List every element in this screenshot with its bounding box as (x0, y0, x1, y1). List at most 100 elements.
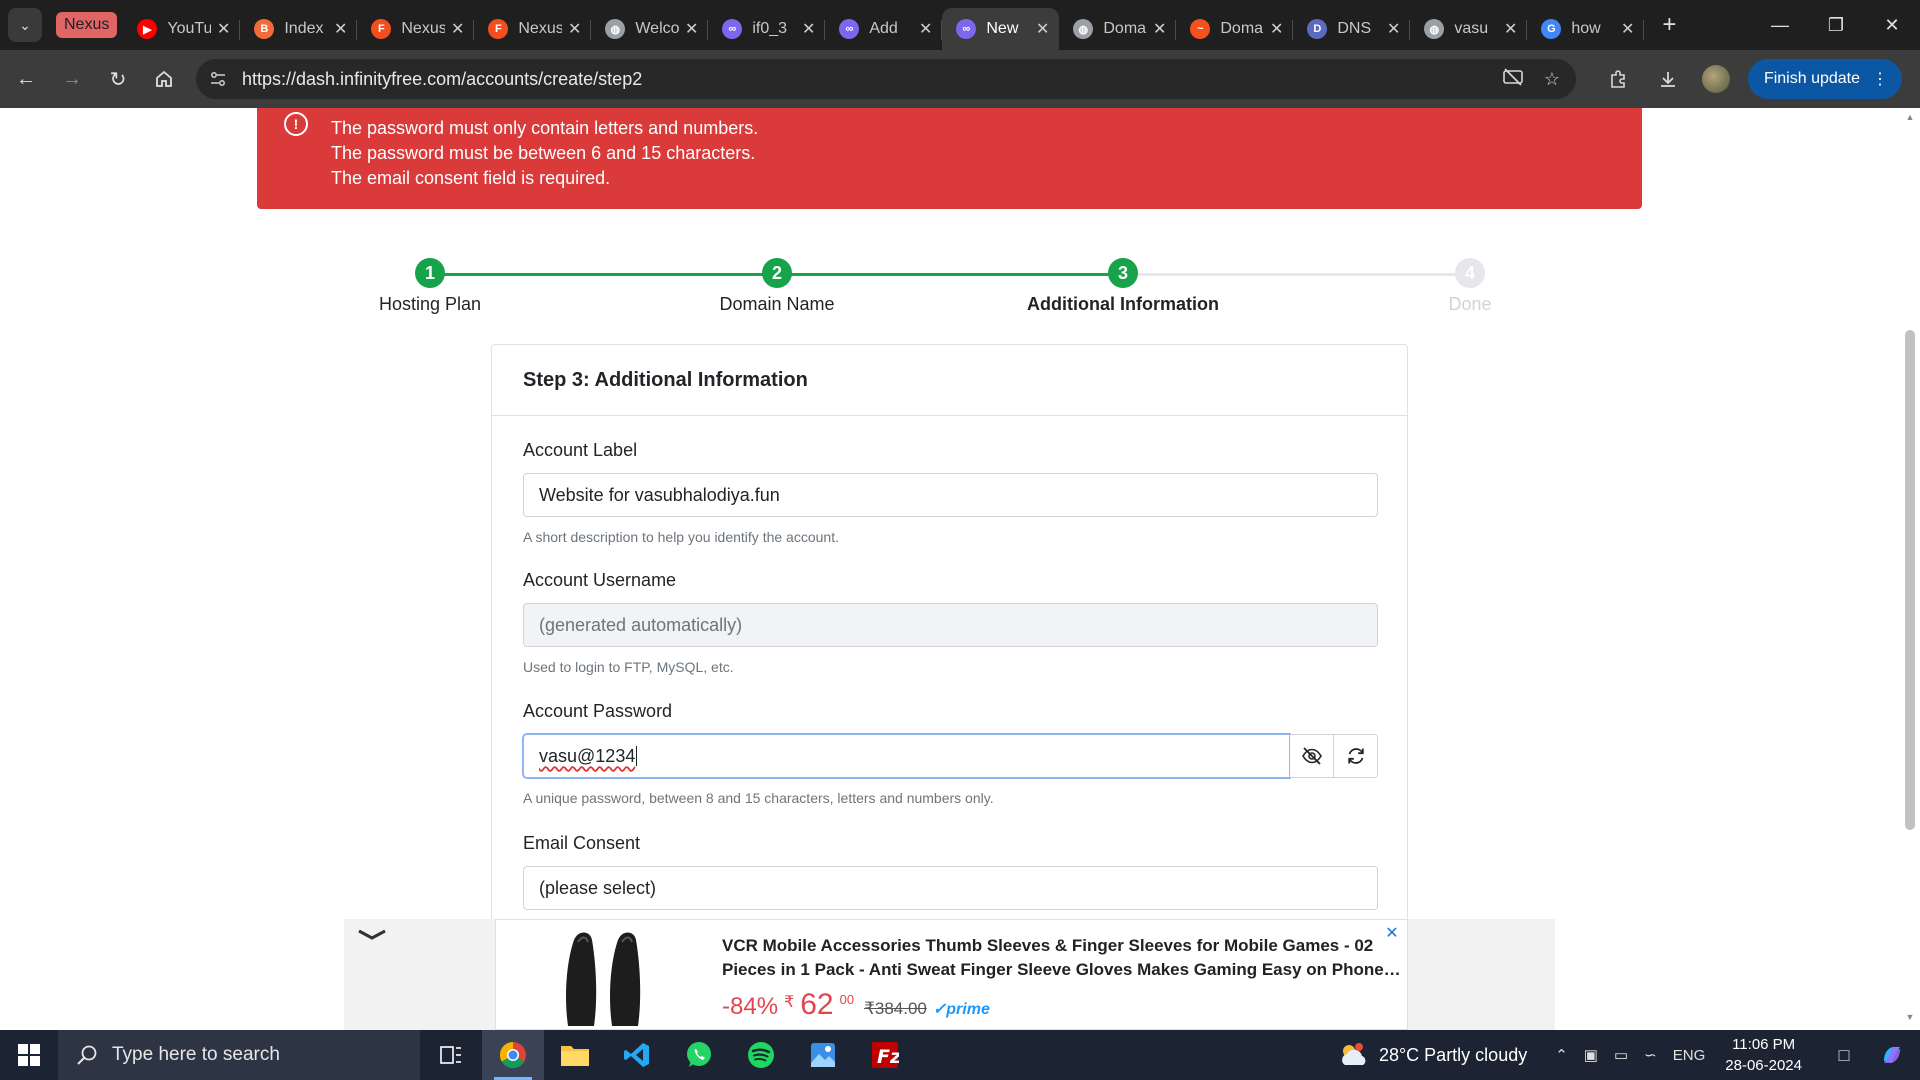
ad-old-price: ₹384.00 (864, 999, 927, 1018)
ad-title[interactable]: VCR Mobile Accessories Thumb Sleeves & F… (722, 934, 1402, 982)
taskbar-chrome[interactable] (482, 1030, 544, 1080)
chevron-up-icon[interactable]: ⌃ (1555, 1046, 1568, 1064)
browser-tab[interactable]: B Index ✕ (240, 8, 358, 50)
tab-group-chip[interactable]: Nexus (56, 12, 118, 38)
email-consent-select[interactable]: (please select) (523, 866, 1378, 910)
taskbar-search[interactable]: Type here to search (58, 1030, 420, 1080)
finish-update-button[interactable]: Finish update ⋮ (1747, 59, 1902, 99)
taskbar-spotify[interactable] (730, 1030, 792, 1080)
step-number: 3 (1108, 258, 1138, 288)
close-tab-icon[interactable]: ✕ (1504, 19, 1517, 39)
close-tab-icon[interactable]: ✕ (1270, 19, 1283, 39)
site-info-icon[interactable] (204, 65, 232, 93)
svg-text:Fz: Fz (877, 1046, 899, 1068)
extensions-icon[interactable] (1602, 63, 1634, 95)
close-tab-icon[interactable]: ✕ (568, 19, 581, 39)
restore-button[interactable]: ❐ (1808, 0, 1864, 50)
account-username-input[interactable]: (generated automatically) (523, 603, 1378, 647)
taskbar-whatsapp[interactable] (668, 1030, 730, 1080)
browser-tab[interactable]: Ghow ✕ (1527, 8, 1645, 50)
clock[interactable]: 11:06 PM 28-06-2024 (1725, 1034, 1802, 1076)
browser-tab[interactable]: ◍ vasu ✕ (1410, 8, 1528, 50)
downloads-icon[interactable] (1652, 63, 1684, 95)
generate-password-button[interactable] (1334, 734, 1378, 778)
close-window-button[interactable]: ✕ (1864, 0, 1920, 50)
bolt-icon: B (254, 19, 275, 39)
toggle-password-visibility-button[interactable] (1290, 734, 1334, 778)
browser-tab[interactable]: ∞ Add ✕ (825, 8, 943, 50)
close-tab-icon[interactable]: ✕ (919, 19, 932, 39)
address-bar[interactable]: https://dash.infinityfree.com/accounts/c… (196, 59, 1576, 99)
meet-now-icon[interactable]: ▣ (1584, 1046, 1598, 1064)
account-username-help: Used to login to FTP, MySQL, etc. (523, 659, 734, 675)
taskbar-vscode[interactable] (606, 1030, 668, 1080)
forward-button[interactable]: → (52, 59, 92, 99)
browser-toolbar: ← → ↻ https://dash.infinityfree.com/acco… (0, 50, 1920, 108)
windows-logo-icon (18, 1044, 40, 1066)
account-label-input[interactable]: Website for vasubhalodiya.fun (523, 473, 1378, 517)
browser-tab[interactable]: F Nexus ✕ (357, 8, 475, 50)
battery-icon[interactable]: ▭ (1614, 1046, 1628, 1064)
tab-title: Domain (1103, 20, 1147, 37)
back-button[interactable]: ← (6, 59, 46, 99)
scroll-thumb[interactable] (1905, 330, 1915, 830)
close-tab-icon[interactable]: ✕ (1387, 19, 1400, 39)
weather-widget[interactable]: 28°C Partly cloudy (1337, 1041, 1527, 1069)
alert-circle-icon: ! (284, 112, 308, 136)
tab-title: if0_3 (752, 20, 788, 37)
taskbar-filezilla[interactable]: Fz (854, 1030, 916, 1080)
browser-tab[interactable]: ◍ Domain ✕ (1059, 8, 1177, 50)
close-tab-icon[interactable]: ✕ (217, 19, 230, 39)
taskbar-photos[interactable] (792, 1030, 854, 1080)
ad-title-line: VCR Mobile Accessories Thumb Sleeves & F… (722, 936, 1374, 955)
copilot-icon[interactable] (1872, 1043, 1912, 1067)
ad-price-row: -84% ₹ 62 00 ₹384.00 ✓prime (722, 988, 990, 1022)
browser-tab[interactable]: F Nexus ✕ (474, 8, 592, 50)
account-password-input[interactable]: vasu@1234 (523, 734, 1290, 778)
task-view-button[interactable] (420, 1030, 482, 1080)
spotify-icon (748, 1042, 774, 1068)
prime-badge: ✓prime (932, 1001, 990, 1018)
tab-list: ▶YouTube✕BIndex✕FNexus✕FNexus✕◍Welcome✕∞… (123, 0, 1645, 50)
close-tab-icon[interactable]: ✕ (334, 19, 347, 39)
notification-icon[interactable]: □ (1824, 1045, 1864, 1066)
step-domain-name: 2 Domain Name (657, 258, 897, 315)
account-password-help: A unique password, between 8 and 15 char… (523, 790, 994, 806)
email-consent-label: Email Consent (523, 833, 641, 853)
error-message: The password must be between 6 and 15 ch… (331, 143, 756, 163)
browser-tab[interactable]: D DNS ✕ (1293, 8, 1411, 50)
taskbar-file-explorer[interactable] (544, 1030, 606, 1080)
close-tab-icon[interactable]: ✕ (685, 19, 698, 39)
figma-icon: F (488, 19, 509, 39)
profile-avatar[interactable] (1701, 65, 1730, 93)
close-tab-icon[interactable]: ✕ (802, 19, 815, 39)
browser-tab[interactable]: ~ Domain ✕ (1176, 8, 1294, 50)
task-view-icon (440, 1046, 461, 1064)
start-button[interactable] (0, 1030, 58, 1080)
eye-off-icon[interactable] (1502, 67, 1524, 92)
ad-collapse-button[interactable] (356, 923, 388, 947)
bookmark-star-icon[interactable]: ☆ (1544, 69, 1560, 90)
browser-tab[interactable]: ∞ if0_3 ✕ (708, 8, 826, 50)
language-indicator[interactable]: ENG (1673, 1047, 1706, 1064)
filezilla-icon: Fz (872, 1042, 899, 1068)
close-tab-icon[interactable]: ✕ (451, 19, 464, 39)
chevron-down-icon: ⌄ (19, 16, 31, 33)
minimize-button[interactable]: — (1752, 0, 1808, 50)
password-input-group: vasu@1234 (523, 734, 1378, 778)
page-scrollbar[interactable]: ▲ ▼ (1900, 108, 1920, 1030)
browser-tab[interactable]: ▶ YouTube ✕ (123, 8, 241, 50)
new-tab-button[interactable]: + (1652, 8, 1686, 42)
reload-button[interactable]: ↻ (98, 59, 138, 99)
close-tab-icon[interactable]: ✕ (1621, 19, 1634, 39)
wifi-icon[interactable]: ∽ (1644, 1046, 1657, 1064)
close-tab-icon[interactable]: ✕ (1153, 19, 1166, 39)
home-button[interactable] (144, 59, 184, 99)
close-tab-icon[interactable]: ✕ (1036, 19, 1049, 39)
browser-tab[interactable]: ◍ Welcome ✕ (591, 8, 709, 50)
tab-search-button[interactable]: ⌄ (8, 8, 42, 42)
browser-tab[interactable]: ∞ New ✕ (942, 8, 1060, 50)
ad-unit[interactable]: ✕ VCR Mobile Accessories Thumb Sleeves &… (495, 919, 1408, 1030)
scroll-up-icon[interactable]: ▲ (1904, 112, 1916, 124)
scroll-down-icon[interactable]: ▼ (1904, 1012, 1916, 1024)
